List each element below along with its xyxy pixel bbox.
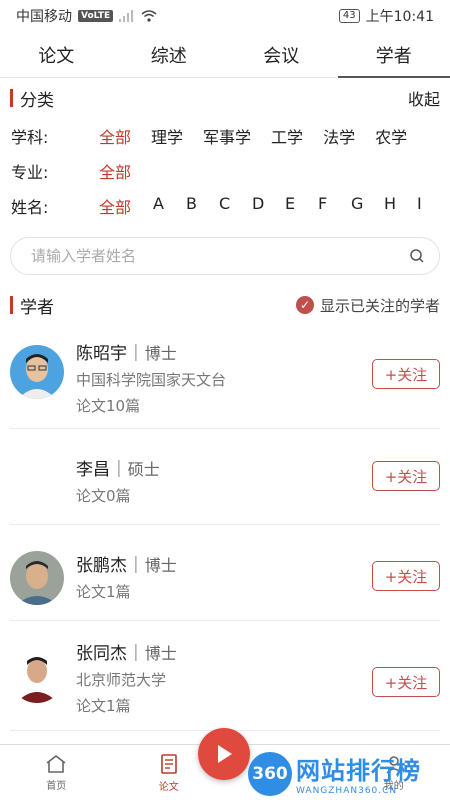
watermark-badge: 360	[248, 751, 292, 796]
clock-text: 上午10:41	[365, 9, 434, 25]
scholar-name: 李昌	[76, 460, 110, 480]
status-bar: 中国移动 VoLTE 43 上午10:41	[0, 0, 450, 32]
letter-option-c[interactable]: C	[219, 194, 252, 218]
major-label: 专业:	[11, 162, 49, 182]
subject-option-agriculture[interactable]: 农学	[375, 124, 407, 148]
follow-button[interactable]: +关注	[372, 667, 440, 697]
show-followed-toggle[interactable]: ✓ 显示已关注的学者	[295, 295, 440, 316]
avatar	[10, 649, 64, 703]
letter-option-d[interactable]: D	[252, 194, 285, 218]
watermark-url: WANGZHAN360.CN	[296, 786, 398, 796]
tab-scholars[interactable]: 学者	[337, 32, 450, 78]
tab-reviews[interactable]: 综述	[113, 32, 226, 77]
carrier-text: 中国移动	[16, 9, 72, 25]
signal-icon	[119, 10, 134, 22]
tab-papers[interactable]: 论文	[0, 32, 113, 77]
scholar-paper-count: 论文10篇	[76, 397, 141, 415]
collapse-button[interactable]: 收起	[408, 86, 440, 110]
divider: |	[133, 341, 139, 362]
major-option-all[interactable]: 全部	[99, 159, 131, 183]
name-label: 姓名:	[11, 197, 49, 217]
divider: |	[116, 457, 122, 478]
checkmark-icon: ✓	[295, 296, 314, 314]
tab-conferences[interactable]: 会议	[225, 32, 338, 77]
search-icon[interactable]	[409, 248, 425, 264]
subject-option-all[interactable]: 全部	[99, 124, 131, 148]
scholar-degree: 博士	[144, 555, 177, 575]
scholar-name: 张同杰	[76, 644, 127, 664]
document-icon	[160, 753, 177, 774]
nav-papers-label: 论文	[158, 781, 179, 793]
scholar-degree: 博士	[144, 643, 177, 663]
letter-option-b[interactable]: B	[186, 194, 219, 218]
letter-option-i[interactable]: I	[417, 194, 450, 218]
battery-indicator: 43	[338, 9, 360, 23]
scholar-row[interactable]: 陈昭宇 | 博士 中国科学院国家天文台 论文10篇 +关注	[10, 325, 440, 429]
scholars-title: 学者	[20, 297, 54, 318]
avatar	[10, 345, 64, 399]
scholar-list: 陈昭宇 | 博士 中国科学院国家天文台 论文10篇 +关注 李昌 | 硕士 论文0篇 +…	[0, 325, 450, 731]
search-box	[10, 237, 440, 275]
nav-home-label: 首页	[46, 780, 67, 792]
follow-button[interactable]: +关注	[372, 461, 440, 491]
section-accent-bar	[10, 89, 13, 107]
category-header: 分类 收起	[0, 78, 450, 118]
scholar-search-input[interactable]	[31, 247, 331, 265]
play-icon	[218, 745, 232, 763]
letter-option-a[interactable]: A	[153, 194, 186, 218]
category-title: 分类	[20, 90, 54, 111]
letter-option-f[interactable]: F	[318, 194, 351, 218]
wifi-icon	[141, 10, 157, 22]
follow-button[interactable]: +关注	[372, 359, 440, 389]
subject-option-law[interactable]: 法学	[323, 124, 355, 148]
scholar-row[interactable]: 张同杰 | 博士 北京师范大学 论文1篇 +关注	[10, 621, 440, 731]
avatar	[10, 551, 64, 605]
letter-option-e[interactable]: E	[285, 194, 318, 218]
scholar-row[interactable]: 李昌 | 硕士 论文0篇 +关注	[10, 429, 440, 525]
follow-button[interactable]: +关注	[372, 561, 440, 591]
letter-option-h[interactable]: H	[384, 194, 417, 218]
nav-home[interactable]: 首页	[0, 745, 113, 800]
scholar-paper-count: 论文1篇	[76, 697, 131, 715]
home-icon	[46, 754, 66, 773]
scholar-name: 张鹏杰	[76, 556, 127, 576]
subject-label: 学科:	[11, 127, 49, 147]
letter-option-all[interactable]: 全部	[99, 194, 153, 218]
scholars-header: 学者 ✓ 显示已关注的学者	[0, 285, 450, 325]
name-filter-row: 姓名: 全部 A B C D E F G H I	[0, 188, 450, 223]
subject-option-military[interactable]: 军事学	[203, 124, 251, 148]
scholar-name: 陈昭宇	[76, 344, 127, 364]
watermark-title: 网站排行榜	[296, 757, 421, 785]
show-followed-label: 显示已关注的学者	[319, 296, 440, 315]
divider: |	[133, 553, 139, 574]
scholar-row[interactable]: 张鹏杰 | 博士 论文1篇 +关注	[10, 525, 440, 621]
volte-badge: VoLTE	[78, 10, 114, 22]
subject-option-engineering[interactable]: 工学	[271, 124, 303, 148]
top-tab-bar: 论文 综述 会议 学者	[0, 32, 450, 78]
play-button[interactable]	[198, 728, 250, 780]
divider: |	[133, 641, 139, 662]
subject-filter-row: 学科: 全部 理学 军事学 工学 法学 农学	[0, 118, 450, 153]
scholar-degree: 博士	[144, 343, 177, 363]
scholar-degree: 硕士	[127, 459, 160, 479]
watermark: 360 网站排行榜 WANGZHAN360.CN	[248, 751, 421, 796]
section-accent-bar	[10, 296, 13, 314]
letter-option-g[interactable]: G	[351, 194, 384, 218]
subject-option-science[interactable]: 理学	[151, 124, 183, 148]
major-filter-row: 专业: 全部	[0, 153, 450, 188]
